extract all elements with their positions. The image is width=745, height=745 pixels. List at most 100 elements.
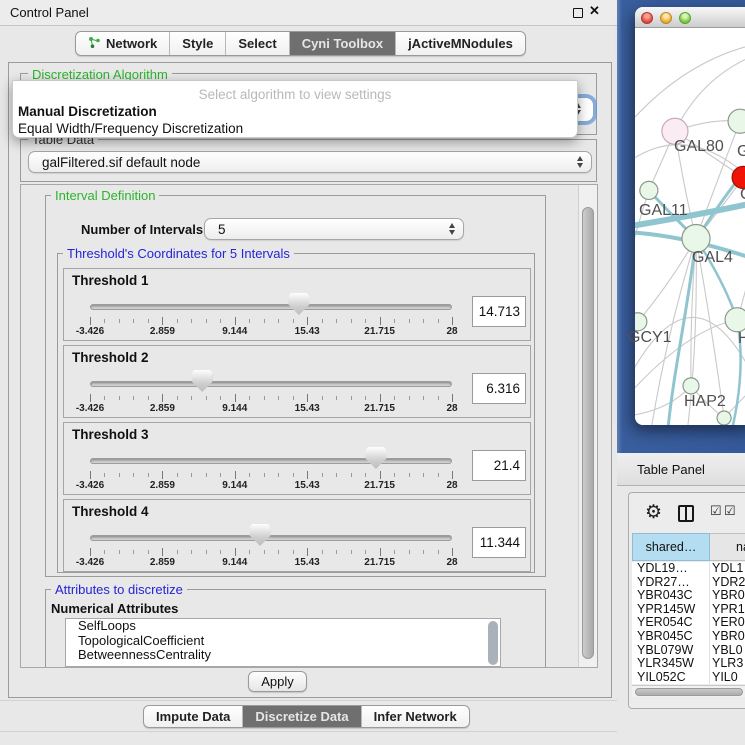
- slider-thumb[interactable]: [250, 524, 271, 546]
- threshold-value-input[interactable]: [472, 373, 526, 404]
- gear-icon[interactable]: ⚙: [645, 501, 662, 524]
- table-row[interactable]: YLR345WYLR3: [632, 657, 745, 671]
- attribute-list-item[interactable]: SelfLoops: [66, 619, 500, 634]
- network-graph[interactable]: [635, 28, 745, 425]
- column-header-name[interactable]: na: [710, 533, 745, 561]
- tab-network[interactable]: Network: [76, 32, 170, 55]
- close-icon[interactable]: ✕: [589, 3, 600, 19]
- threshold-slider[interactable]: [90, 368, 452, 392]
- tick-mark: [452, 471, 453, 479]
- tab-label: Style: [182, 36, 213, 51]
- cell-name[interactable]: YDL1: [710, 562, 745, 576]
- tick-mark: [177, 473, 178, 477]
- number-of-intervals-combo[interactable]: 5: [204, 218, 464, 240]
- viewport-scrollbar-thumb[interactable]: [582, 207, 594, 659]
- threshold-slider[interactable]: [90, 291, 452, 315]
- table-hscroll-thumb[interactable]: [635, 688, 743, 696]
- threshold-label: Threshold 2: [72, 350, 149, 365]
- tick-mark: [220, 319, 221, 323]
- tick-mark: [104, 319, 105, 323]
- split-columns-icon[interactable]: [678, 505, 694, 522]
- cell-name[interactable]: YDR2: [710, 576, 745, 590]
- threshold-value-input[interactable]: [472, 527, 526, 558]
- tick-mark: [409, 396, 410, 400]
- algorithm-popup-item[interactable]: Manual Discretization: [15, 103, 575, 120]
- tick-mark: [452, 548, 453, 556]
- tick-mark: [409, 319, 410, 323]
- slider-tick-labels: -3.4262.8599.14415.4321.71528: [90, 480, 452, 492]
- cell-shared-name[interactable]: YER054C: [632, 616, 710, 630]
- tick-mark: [365, 319, 366, 323]
- minimize-traffic-light-icon[interactable]: [660, 12, 672, 24]
- algorithm-popup-item[interactable]: Select algorithm to view settings: [15, 86, 575, 103]
- cell-shared-name[interactable]: YPR145W: [632, 603, 710, 617]
- cell-shared-name[interactable]: YLR345W: [632, 657, 710, 671]
- cell-name[interactable]: YER0: [710, 616, 745, 630]
- cell-name[interactable]: YIL0: [710, 671, 745, 684]
- tab-impute-data[interactable]: Impute Data: [144, 706, 243, 727]
- attributes-group-title: Attributes to discretize: [51, 582, 187, 597]
- table-data-combo[interactable]: galFiltered.sif default node: [28, 151, 592, 173]
- tick-label: 28: [446, 326, 457, 337]
- cell-name[interactable]: YBL0: [710, 644, 745, 658]
- cell-name[interactable]: YBR0: [710, 589, 745, 603]
- network-window-titlebar[interactable]: [635, 7, 745, 28]
- slider-thumb[interactable]: [288, 293, 309, 315]
- cell-name[interactable]: YBR0: [710, 630, 745, 644]
- apply-button[interactable]: Apply: [248, 671, 307, 692]
- threshold-value-input[interactable]: [472, 296, 526, 327]
- tick-mark: [336, 550, 337, 554]
- table-row[interactable]: YER054CYER0: [632, 616, 745, 630]
- slider-track[interactable]: [90, 381, 452, 387]
- column-header-shared-name[interactable]: shared…: [632, 533, 710, 561]
- threshold-value-input[interactable]: [472, 450, 526, 481]
- threshold-slider[interactable]: [90, 522, 452, 546]
- slider-track[interactable]: [90, 304, 452, 310]
- number-of-intervals-value: 5: [205, 222, 449, 237]
- table-row[interactable]: YPR145WYPR1: [632, 603, 745, 617]
- cell-name[interactable]: YPR1: [710, 603, 745, 617]
- table-row[interactable]: YBR045CYBR0: [632, 630, 745, 644]
- tick-mark: [394, 550, 395, 554]
- table-row[interactable]: YBL079WYBL0: [632, 644, 745, 658]
- attribute-list-item[interactable]: TopologicalCoefficient: [66, 634, 500, 649]
- numerical-attributes-list[interactable]: SelfLoopsTopologicalCoefficientBetweenne…: [65, 618, 501, 667]
- zoom-traffic-light-icon[interactable]: [679, 12, 691, 24]
- tick-mark: [264, 319, 265, 323]
- tab-style[interactable]: Style: [170, 32, 226, 55]
- table-row[interactable]: YIL052CYIL0: [632, 671, 745, 684]
- slider-track[interactable]: [90, 535, 452, 541]
- cell-shared-name[interactable]: YBR045C: [632, 630, 710, 644]
- cell-shared-name[interactable]: YIL052C: [632, 671, 710, 684]
- tick-mark: [380, 471, 381, 479]
- cell-name[interactable]: YLR3: [710, 657, 745, 671]
- tick-mark: [148, 473, 149, 477]
- tab-infer-network[interactable]: Infer Network: [362, 706, 469, 727]
- checkbox-icon[interactable]: ☑: [724, 503, 736, 519]
- tick-mark: [220, 473, 221, 477]
- tab-cyni-toolbox[interactable]: Cyni Toolbox: [290, 32, 396, 55]
- cell-shared-name[interactable]: YBL079W: [632, 644, 710, 658]
- tab-jactivemnodules[interactable]: jActiveMNodules: [396, 32, 525, 55]
- slider-thumb[interactable]: [365, 447, 386, 469]
- table-row[interactable]: YBR043CYBR0: [632, 589, 745, 603]
- tab-select[interactable]: Select: [226, 32, 289, 55]
- cell-shared-name[interactable]: YDR27…: [632, 576, 710, 590]
- table-horizontal-scrollbar[interactable]: [632, 685, 745, 697]
- threshold-slider[interactable]: [90, 445, 452, 469]
- cell-shared-name[interactable]: YBR043C: [632, 589, 710, 603]
- checkbox-icon[interactable]: ☑: [710, 503, 722, 519]
- slider-thumb[interactable]: [192, 370, 213, 392]
- network-canvas[interactable]: [635, 28, 745, 425]
- algorithm-popup-item[interactable]: Equal Width/Frequency Discretization: [15, 120, 575, 137]
- table-row[interactable]: YDR27…YDR2: [632, 576, 745, 590]
- cell-shared-name[interactable]: YDL19…: [632, 562, 710, 576]
- attribute-list-item[interactable]: BetweennessCentrality: [66, 648, 500, 663]
- tab-discretize-data[interactable]: Discretize Data: [243, 706, 361, 727]
- close-traffic-light-icon[interactable]: [641, 12, 653, 24]
- float-window-icon[interactable]: [573, 8, 583, 18]
- attributes-list-scrollbar[interactable]: [488, 621, 498, 665]
- table-row[interactable]: YDL19…YDL1: [632, 562, 745, 576]
- tick-mark: [380, 317, 381, 325]
- slider-track[interactable]: [90, 458, 452, 464]
